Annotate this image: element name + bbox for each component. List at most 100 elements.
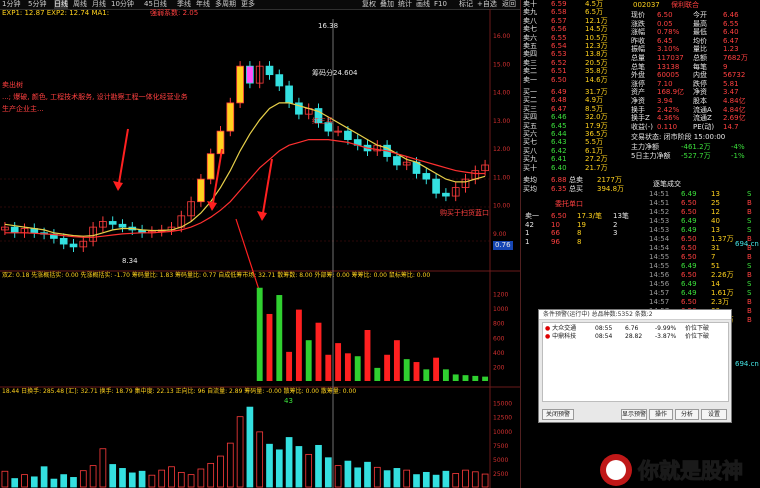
candle[interactable]: [108, 221, 117, 225]
period-tab-多周期[interactable]: 多周期: [215, 0, 236, 9]
note-line-3: 生产企业主...: [2, 105, 44, 113]
close-warning-button[interactable]: 关闭预警: [542, 409, 574, 420]
chart-canvas[interactable]: 16.00 15.00 14.00 13.00 12.00 11.00 10.00 9.00 1…: [0, 9, 520, 488]
sub2-bar: [60, 474, 68, 488]
candle[interactable]: [197, 178, 205, 203]
sub2-bar: [462, 469, 469, 488]
candle[interactable]: [246, 65, 254, 84]
sub2-bar: [344, 460, 352, 488]
toolbar-button-返回[interactable]: 返回: [502, 0, 516, 9]
warning-price: 6.76: [625, 325, 639, 332]
candle[interactable]: [226, 102, 235, 132]
sub2-bar: [207, 462, 215, 488]
candle[interactable]: [236, 65, 244, 104]
sub1-bar: [482, 376, 489, 381]
candle[interactable]: [275, 74, 284, 87]
sub2-bar: [109, 464, 117, 488]
analyze-button[interactable]: 分析: [675, 409, 699, 420]
candle[interactable]: [265, 65, 274, 76]
period-tab-月线[interactable]: 月线: [92, 0, 106, 9]
axis-tick-label: 12.00: [493, 146, 510, 153]
sub1-bar: [256, 287, 263, 381]
tick-price: 6.50: [681, 244, 697, 252]
netflow-value: -461.2万: [681, 143, 711, 151]
candle[interactable]: [10, 226, 19, 234]
period-tab-10分钟[interactable]: 10分钟: [111, 0, 134, 9]
period-tab-年线[interactable]: 年线: [196, 0, 210, 9]
period-tab-5分钟[interactable]: 5分钟: [28, 0, 46, 9]
sub2-bar: [471, 471, 479, 488]
candle[interactable]: [285, 85, 293, 104]
candle[interactable]: [442, 192, 450, 197]
tick-volume: 40: [711, 217, 720, 225]
show-warning-button[interactable]: 显示预警: [621, 409, 647, 420]
sub2-bar: [50, 478, 58, 488]
period-tab-日线[interactable]: 日线: [54, 0, 68, 9]
period-tab-45日线[interactable]: 45日线: [144, 0, 167, 9]
toolbar-button-标记[interactable]: 标记: [459, 0, 473, 9]
dialog-title[interactable]: 条件预警(运行中) 总品种数:5352 条数:2: [539, 310, 731, 320]
period-tab-季线[interactable]: 季线: [177, 0, 191, 9]
candle[interactable]: [69, 243, 78, 248]
toolbar-button-统计[interactable]: 统计: [398, 0, 412, 9]
ask-label: 卖一: [523, 75, 537, 84]
sub1-bar: [344, 353, 351, 381]
buy-signal-label: 购买于扫货蓝口: [440, 209, 489, 217]
kline-chart[interactable]: 16.00 15.00 14.00 13.00 12.00 11.00 10.00 9.00 1…: [0, 9, 520, 488]
toolbar-button-画线[interactable]: 画线: [416, 0, 430, 9]
sub2-bar: [79, 470, 87, 488]
candle[interactable]: [59, 238, 68, 245]
list-item[interactable]: ● 中鼎科技 08:54 28.82 -3.87% 价位下破: [545, 333, 709, 341]
toolbar-button-叠加[interactable]: 叠加: [380, 0, 394, 9]
axis-tick-label: 15000: [493, 401, 512, 408]
alert-dot-icon: ●: [545, 333, 551, 340]
warning-type: 价位下破: [685, 333, 710, 340]
sub2-bar: [383, 470, 391, 488]
bid-price[interactable]: 6.40: [551, 164, 567, 173]
sub2-bar: [158, 469, 166, 488]
tick-volume: 51: [711, 262, 720, 270]
axis-tick-label: 400: [493, 350, 505, 357]
ask-price[interactable]: 6.50: [551, 76, 567, 85]
sub2-bar: [315, 444, 322, 488]
toolbar-button-F10[interactable]: F10: [434, 0, 447, 9]
list-item[interactable]: ● 大众交通 08:55 6.76 -9.99% 价位下破: [545, 325, 709, 333]
sub1-bar: [364, 330, 371, 381]
order-count: 3: [613, 229, 618, 237]
sub2-bar: [187, 474, 195, 488]
sub2-bar: [452, 473, 460, 488]
candle[interactable]: [393, 156, 401, 166]
warning-stock-name: 中鼎科技: [552, 333, 577, 340]
candle[interactable]: [344, 130, 352, 140]
warning-stock-name: 大众交通: [552, 325, 577, 332]
candle[interactable]: [216, 130, 225, 155]
warning-list[interactable]: ● 大众交通 08:55 6.76 -9.99% 价位下破 ● 中鼎科技 08:…: [542, 322, 729, 402]
axis-tick-label: 600: [493, 335, 505, 342]
tick-time: 14:51: [649, 199, 670, 207]
settings-button[interactable]: 设置: [701, 409, 727, 420]
tick-flag: B: [747, 316, 752, 324]
candle[interactable]: [206, 153, 215, 180]
condition-warning-dialog[interactable]: 条件预警(运行中) 总品种数:5352 条数:2 ● 大众交通 08:55 6.…: [538, 309, 732, 423]
tick-time: 14:53: [649, 226, 670, 234]
tick-price: 6.49: [681, 190, 697, 198]
period-tab-1分钟[interactable]: 1分钟: [2, 0, 20, 9]
candle[interactable]: [118, 223, 127, 228]
sub2-bar: [246, 406, 254, 488]
sub2-bar: [334, 465, 342, 488]
period-tab-更多[interactable]: 更多: [241, 0, 255, 9]
sub1-bar: [354, 356, 361, 381]
tick-flag: S: [747, 217, 752, 225]
toolbar-button-复权[interactable]: 复权: [362, 0, 376, 9]
candle[interactable]: [432, 178, 440, 194]
candle[interactable]: [422, 173, 431, 180]
sub2-bar: [177, 471, 185, 488]
tick-flag: B: [747, 307, 752, 315]
operate-button[interactable]: 操作: [649, 409, 673, 420]
toolbar-button-+自选[interactable]: +自选: [477, 0, 497, 9]
sub2-bar: [305, 453, 313, 488]
period-tab-周线[interactable]: 周线: [73, 0, 87, 9]
sub1-bar: [315, 322, 322, 381]
axis-tick-label: 11.00: [493, 174, 510, 181]
sub2-bar: [128, 472, 136, 488]
